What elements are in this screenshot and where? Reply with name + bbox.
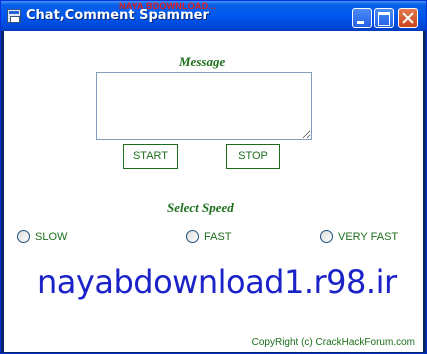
speed-option-label[interactable]: SLOW bbox=[35, 230, 67, 244]
app-icon[interactable] bbox=[7, 9, 21, 23]
radio-circle[interactable] bbox=[17, 230, 30, 243]
stop-button[interactable]: STOP bbox=[226, 144, 280, 169]
site-watermark-text: nayabdownload1.r98.ir bbox=[37, 263, 397, 301]
select-speed-label: Select Speed bbox=[167, 200, 234, 215]
close-icon bbox=[399, 9, 417, 27]
start-button[interactable]: START bbox=[123, 144, 178, 169]
close-button[interactable] bbox=[398, 8, 418, 28]
message-input[interactable] bbox=[96, 72, 312, 140]
maximize-button[interactable] bbox=[374, 8, 394, 28]
speed-option-label[interactable]: VERY FAST bbox=[338, 230, 398, 244]
radio-circle[interactable] bbox=[186, 230, 199, 243]
copyright-text: CopyRight (c) CrackHackForum.com bbox=[251, 337, 415, 348]
title-bar[interactable]: Chat,Comment Spammer NAYA BDOWNLOAD... bbox=[1, 1, 426, 31]
speed-option-label[interactable]: FAST bbox=[204, 230, 232, 244]
client-area: Message START STOP Select Speed SLOW FAS… bbox=[4, 31, 423, 352]
radio-circle[interactable] bbox=[320, 230, 333, 243]
maximize-icon bbox=[375, 9, 393, 27]
screenshot-watermark: NAYA BDOWNLOAD... bbox=[119, 1, 217, 11]
minimize-button[interactable] bbox=[352, 8, 372, 28]
app-window: Chat,Comment Spammer NAYA BDOWNLOAD... M… bbox=[0, 0, 427, 354]
message-label: Message bbox=[179, 54, 226, 69]
minimize-icon bbox=[353, 9, 371, 27]
